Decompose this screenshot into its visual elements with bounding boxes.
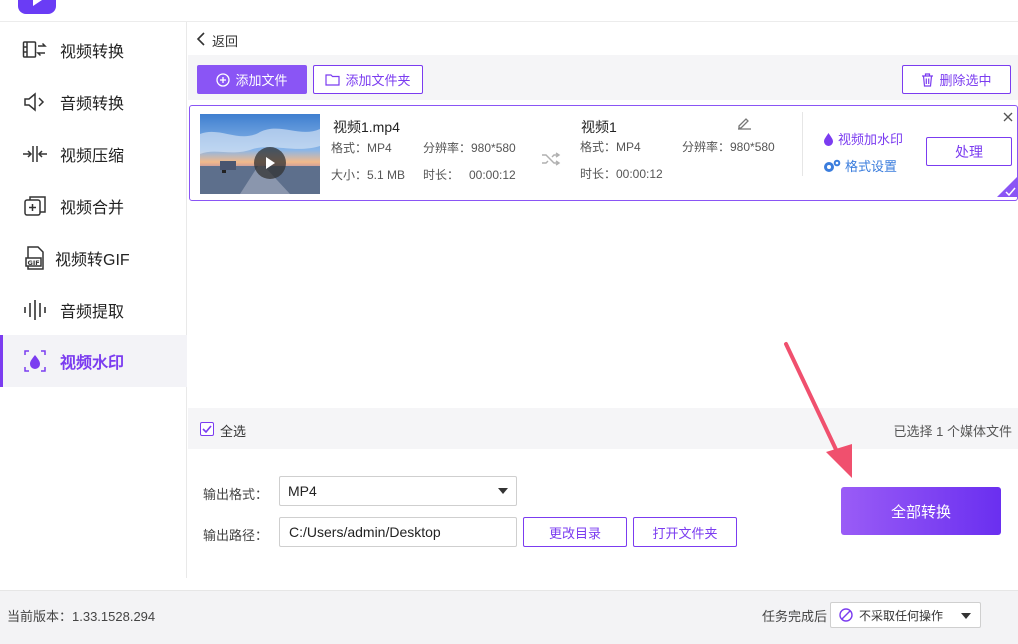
sidebar-item-video-merge[interactable]: 视频合并: [0, 180, 187, 232]
edit-name-icon[interactable]: [737, 116, 752, 133]
delete-selected-label: 删除选中: [939, 73, 992, 88]
output-path-input[interactable]: [279, 517, 517, 547]
chevron-left-icon: [196, 31, 206, 49]
sidebar: 视频转换 音频转换 视频压缩 视频合并 GIF 视频转GIF 音频提取 视频水印: [0, 22, 187, 578]
source-resolution: 分辨率：980*580: [423, 141, 516, 155]
video-watermark-label: 视频加水印: [838, 132, 904, 147]
video-thumbnail[interactable]: [200, 114, 320, 194]
after-task-value: 不采取任何操作: [859, 608, 944, 623]
video-watermark-link[interactable]: 视频加水印: [823, 129, 903, 148]
merge-icon: [22, 193, 48, 219]
add-folder-label: 添加文件夹: [345, 73, 411, 88]
after-task-label: 任务完成后: [762, 609, 828, 624]
selected-corner-check-icon: [997, 177, 1017, 200]
source-file-name: 视频1.mp4: [333, 119, 400, 135]
output-format-label: 输出格式：: [203, 487, 269, 502]
output-resolution: 分辨率：980*580: [682, 140, 775, 154]
output-path-label: 输出路径：: [203, 528, 269, 543]
output-duration: 时长：00:00:12: [580, 167, 663, 181]
convert-all-button[interactable]: 全部转换: [841, 487, 1001, 535]
format-settings-label: 格式设置: [845, 159, 898, 174]
divider: [802, 112, 803, 176]
add-folder-button[interactable]: 添加文件夹: [313, 65, 423, 94]
select-all-checkbox[interactable]: [200, 422, 214, 436]
annotation-arrow: [784, 342, 852, 478]
file-card[interactable]: 视频1.mp4 格式：MP4 分辨率：980*580 大小：5.1 MB 时长：…: [189, 105, 1018, 201]
title-bar: [0, 0, 1018, 22]
process-button[interactable]: 处理: [926, 137, 1012, 166]
audio-convert-icon: [22, 89, 48, 115]
chevron-down-icon: [961, 613, 971, 619]
folder-icon: [325, 73, 341, 86]
sidebar-item-audio-extract[interactable]: 音频提取: [0, 284, 187, 336]
select-all-label[interactable]: 全选: [220, 421, 246, 440]
sidebar-item-label: 视频转GIF: [55, 252, 130, 269]
source-duration: 时长： 00:00:12: [423, 168, 516, 182]
process-label: 处理: [955, 143, 983, 160]
sidebar-item-label: 音频转换: [60, 96, 125, 113]
sidebar-item-video-compress[interactable]: 视频压缩: [0, 128, 187, 180]
source-format: 格式：MP4: [331, 141, 392, 155]
add-file-label: 添加文件: [235, 73, 288, 88]
change-directory-label: 更改目录: [548, 525, 601, 541]
sidebar-item-video-convert[interactable]: 视频转换: [0, 24, 187, 76]
after-task-select[interactable]: 不采取任何操作: [830, 602, 981, 628]
output-format-value: MP4: [288, 483, 317, 499]
open-folder-label: 打开文件夹: [652, 525, 718, 541]
sidebar-item-audio-convert[interactable]: 音频转换: [0, 76, 187, 128]
output-format: 格式：MP4: [580, 140, 641, 154]
back-button[interactable]: 返回: [196, 30, 238, 50]
sidebar-item-label: 音频提取: [60, 304, 125, 321]
open-folder-button[interactable]: 打开文件夹: [633, 517, 737, 547]
convert-all-label: 全部转换: [890, 503, 951, 521]
version-text: 当前版本：1.33.1528.294: [7, 609, 156, 624]
no-action-icon: [839, 608, 853, 622]
waveform-icon: [22, 297, 48, 323]
trash-icon: [921, 72, 934, 87]
close-icon[interactable]: [1003, 110, 1013, 125]
shuffle-icon: [541, 152, 561, 169]
app-logo: [18, 0, 56, 14]
add-file-button[interactable]: 添加文件: [197, 65, 307, 94]
play-button[interactable]: [254, 147, 286, 179]
svg-text:GIF: GIF: [28, 259, 40, 267]
delete-selected-button[interactable]: 删除选中: [902, 65, 1011, 94]
video-convert-icon: [22, 37, 48, 63]
gears-icon: [823, 159, 841, 173]
selected-count-text: 已选择 1 个媒体文件: [893, 424, 1012, 439]
compress-icon: [22, 141, 48, 167]
plus-circle-icon: [216, 72, 231, 87]
output-format-select[interactable]: MP4: [279, 476, 517, 506]
back-label: 返回: [212, 33, 239, 49]
watermark-icon: [22, 348, 48, 374]
sidebar-item-video-to-gif[interactable]: GIF 视频转GIF: [0, 232, 187, 284]
gif-icon: GIF: [22, 245, 48, 271]
sidebar-item-label: 视频水印: [60, 355, 125, 372]
change-directory-button[interactable]: 更改目录: [523, 517, 627, 547]
source-size: 大小：5.1 MB: [331, 168, 406, 182]
output-file-name: 视频1: [581, 119, 617, 135]
format-settings-link[interactable]: 格式设置: [823, 156, 897, 175]
sidebar-item-label: 视频转换: [60, 44, 125, 61]
droplet-icon: [823, 132, 834, 146]
sidebar-item-label: 视频合并: [60, 200, 125, 217]
chevron-down-icon: [498, 488, 508, 494]
sidebar-item-video-watermark[interactable]: 视频水印: [0, 335, 187, 387]
sidebar-item-label: 视频压缩: [60, 148, 125, 165]
